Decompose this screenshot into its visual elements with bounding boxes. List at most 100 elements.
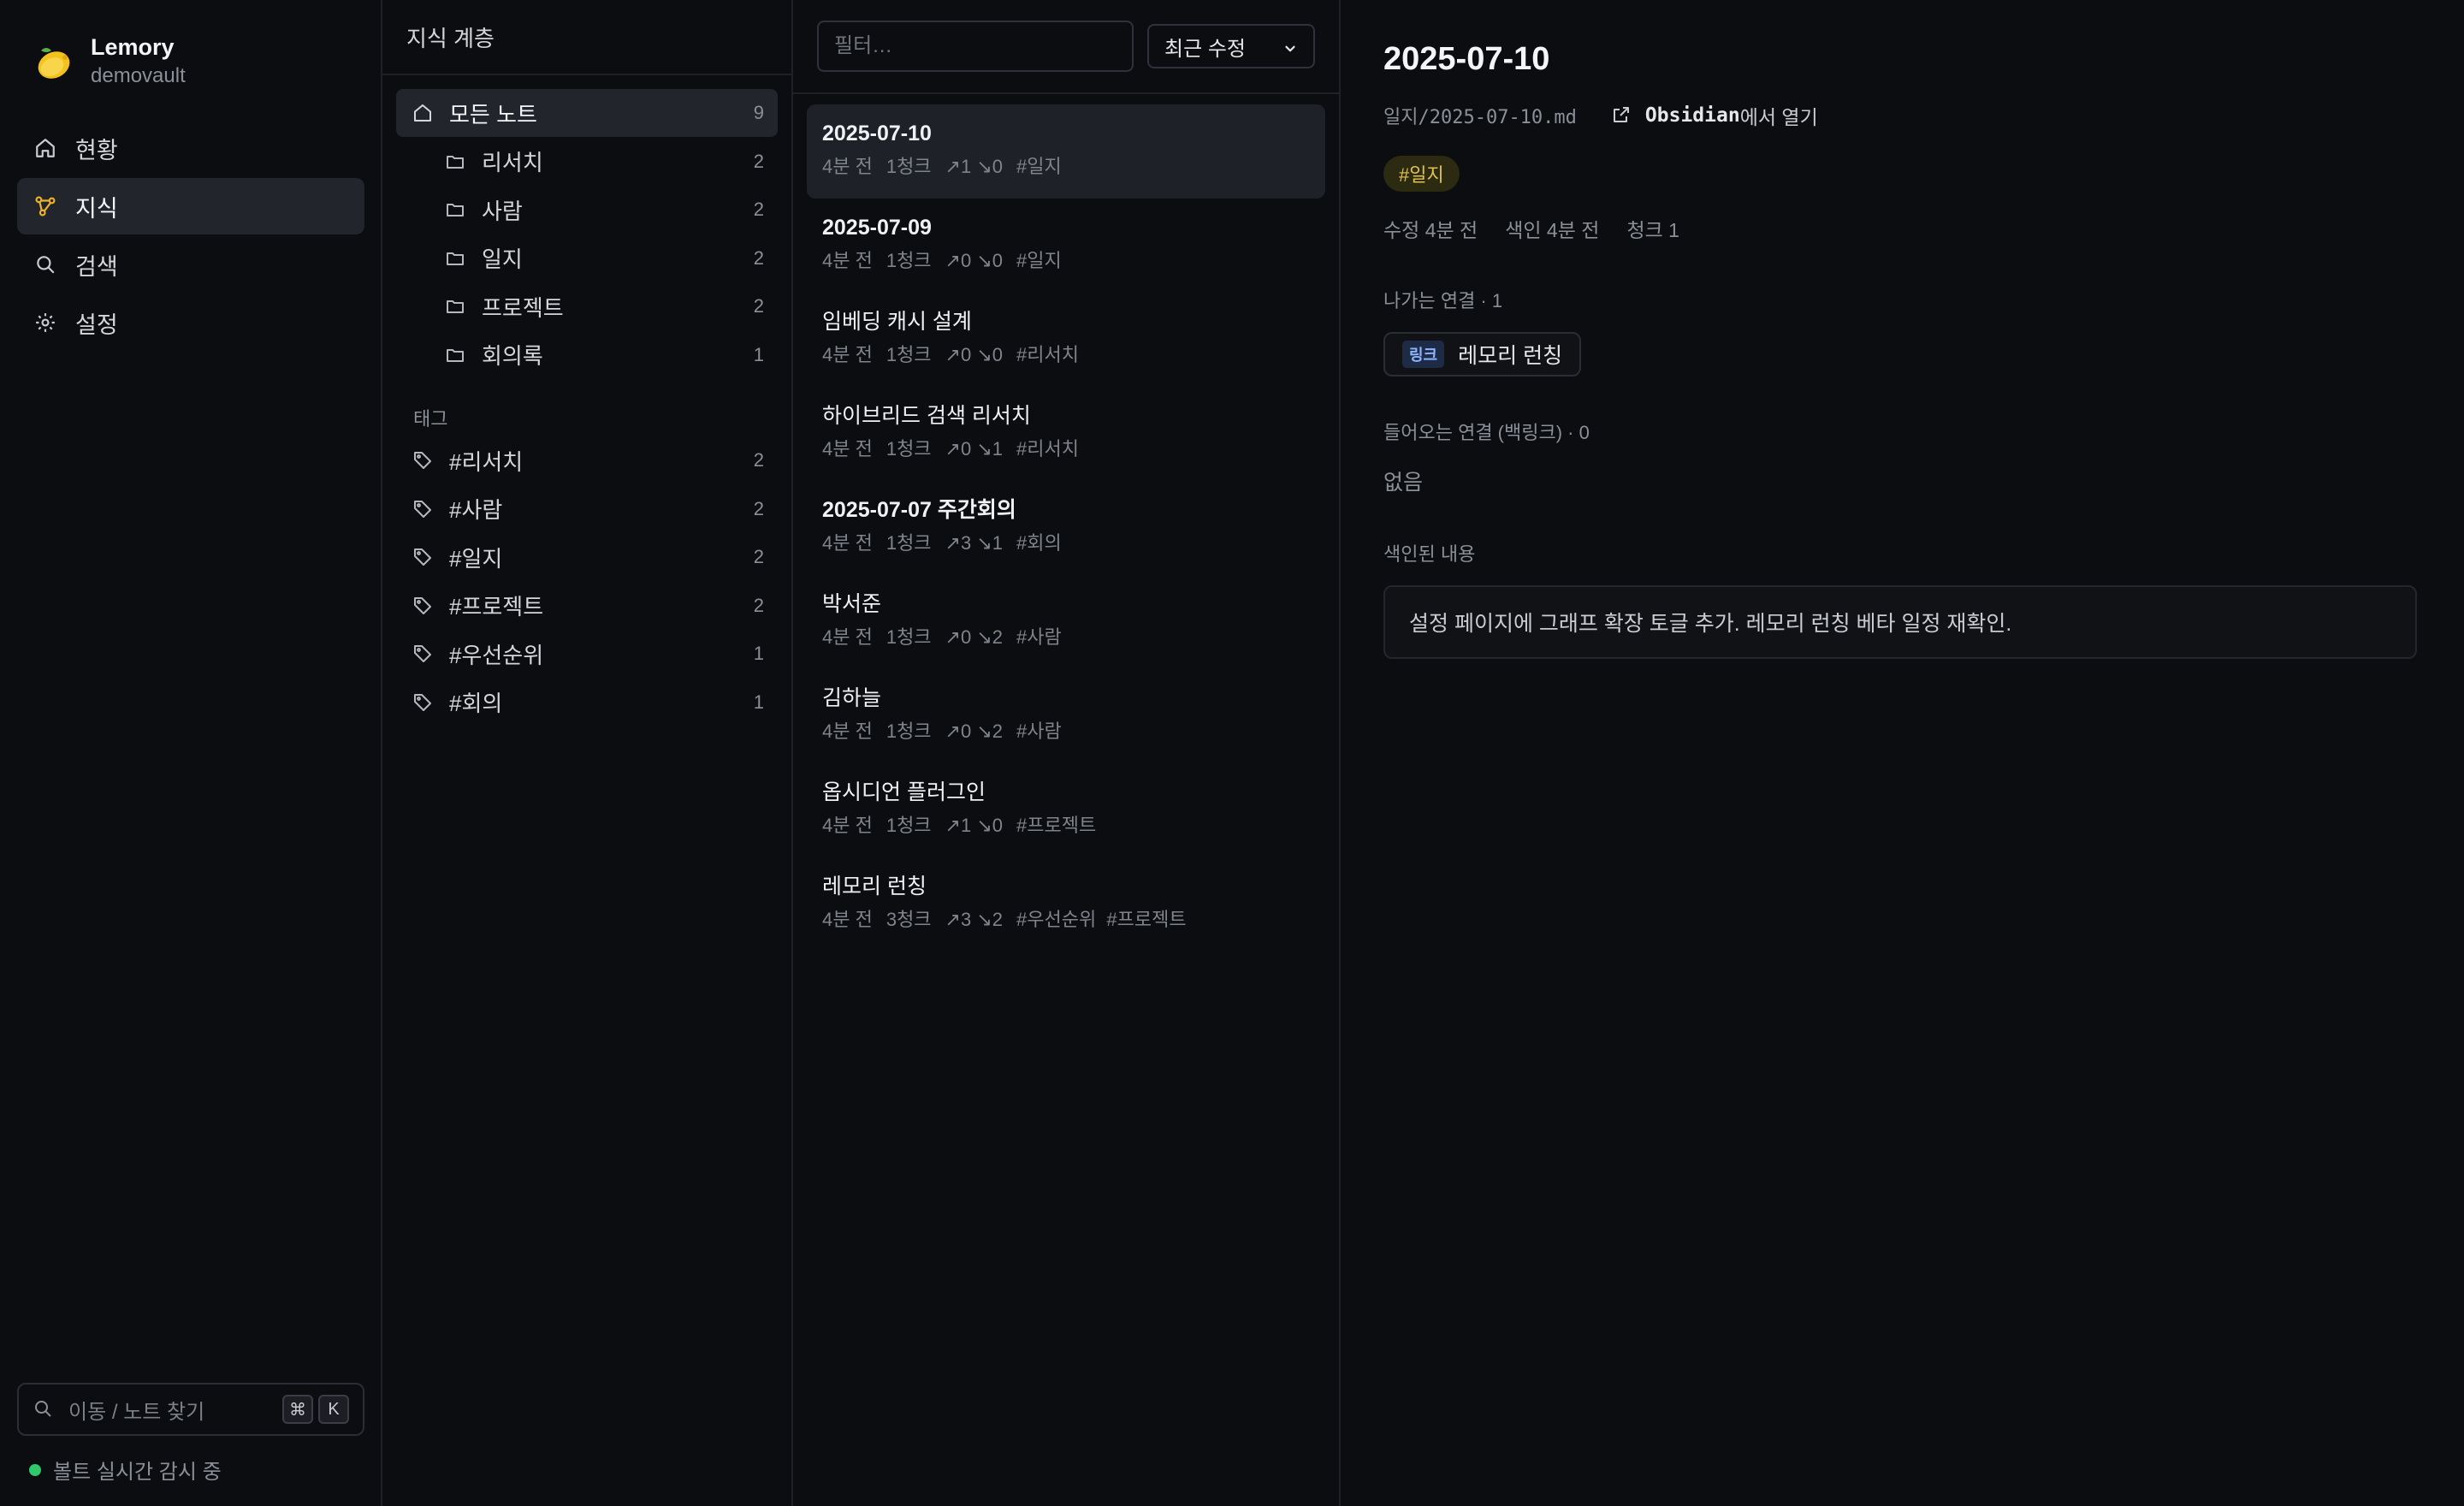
note-meta-outgoing: ↗1 [945, 815, 972, 836]
tag-item[interactable]: #일지 2 [396, 533, 778, 581]
note-list-item-meta: 4분 전 1청크 ↗0 ↘2 #사람 [822, 625, 1310, 650]
sort-select[interactable]: 최근 수정 [1147, 24, 1315, 68]
note-meta-time: 4분 전 [822, 909, 873, 930]
note-list-item[interactable]: 2025-07-07 주간회의 4분 전 1청크 ↗3 ↘1 #회의 [807, 481, 1325, 575]
outgoing-link-label: 레모리 런칭 [1458, 344, 1563, 368]
open-link-app: Obsidian [1644, 104, 1740, 127]
folder-icon [444, 151, 466, 173]
outgoing-link-item[interactable]: 링크 레모리 런칭 [1383, 332, 1582, 376]
brand: Lemory demovault [31, 33, 186, 91]
note-list-item-meta: 4분 전 1청크 ↗0 ↘0 #리서치 [822, 342, 1310, 368]
folder-icon [444, 295, 466, 317]
note-list-item[interactable]: 2025-07-10 4분 전 1청크 ↗1 ↘0 #일지 [807, 104, 1325, 199]
search-icon [33, 1398, 55, 1420]
note-meta-incoming: ↘2 [976, 720, 1004, 742]
nav-item-search[interactable]: 검색 [17, 236, 364, 293]
tree-folder-people[interactable]: 사람 2 [396, 186, 778, 234]
note-meta-links: ↗0 ↘1 [945, 436, 1003, 462]
note-meta-time: 4분 전 [822, 720, 873, 742]
chevron-down-icon [1282, 39, 1298, 54]
tag-item-label: #회의 [449, 691, 503, 716]
quick-search-placeholder: 이동 / 노트 찾기 [68, 1400, 205, 1424]
tree-folder-research[interactable]: 리서치 2 [396, 138, 778, 186]
note-list-item-title: 2025-07-09 [822, 216, 932, 240]
note-list-item[interactable]: 김하늘 4분 전 1청크 ↗0 ↘2 #사람 [807, 669, 1325, 763]
incoming-empty-text: 없음 [1383, 471, 1424, 495]
note-list-panel: 최근 수정 2025-07-104분 전1청크↗1 ↘0#일지2025-07-0… [793, 0, 1341, 1506]
tree-folder-journal[interactable]: 일지 2 [396, 234, 778, 282]
note-meta-chunks: 1청크 [886, 250, 932, 271]
tag-item-count: 2 [753, 449, 764, 471]
tree-item-label: 일지 [482, 246, 523, 272]
note-list-item[interactable]: 임베딩 캐시 설계 4분 전 1청크 ↗0 ↘0 #리서치 [807, 293, 1325, 387]
lemon-logo-icon [31, 40, 74, 83]
tag-icon [412, 691, 434, 714]
tag-icon [412, 449, 434, 471]
open-in-obsidian-link[interactable]: Obsidian 에서 열기 [1611, 101, 1818, 130]
tag-item-label: #리서치 [449, 448, 524, 475]
tag-item-label: #우선순위 [449, 642, 544, 668]
tree-item-count: 2 [753, 150, 764, 172]
note-list-item[interactable]: 레모리 런칭 4분 전 3청크 ↗3 ↘2 #우선순위 #프로젝트 [807, 857, 1325, 952]
note-meta-outgoing: ↗0 [945, 720, 972, 742]
note-meta-chunks: 1청크 [886, 626, 932, 648]
tree-folder-meetings[interactable]: 회의록 1 [396, 331, 778, 379]
tree-header: 지식 계층 [382, 0, 791, 75]
nav-item-settings[interactable]: 설정 [17, 294, 364, 351]
note-meta-chunks: 1청크 [886, 156, 932, 177]
note-meta-incoming: ↘1 [976, 438, 1004, 460]
note-list-item-title: 옵시디언 플러그인 [822, 780, 986, 804]
note-meta-links: ↗0 ↘2 [945, 719, 1003, 744]
tag-item[interactable]: #프로젝트 2 [396, 582, 778, 630]
command-key: ⌘ [282, 1395, 313, 1424]
note-list-toolbar: 최근 수정 [793, 0, 1339, 94]
tree-item-label: 프로젝트 [482, 294, 564, 321]
note-meta-chunks: 1청크 [886, 720, 932, 742]
tree-item-count: 9 [753, 102, 764, 123]
home-icon [33, 135, 58, 161]
tag-item[interactable]: #회의 1 [396, 679, 778, 726]
tag-item-count: 2 [753, 594, 764, 616]
filter-input[interactable] [817, 21, 1134, 72]
indexed-content-label: 색인된 내용 [1383, 543, 1476, 565]
tag-item-count: 1 [753, 643, 764, 664]
note-meta-chunks: 1청크 [886, 438, 932, 460]
note-list: 2025-07-10 4분 전 1청크 ↗1 ↘0 #일지 2025-07-09 4분 전 1… [807, 104, 1325, 952]
tag-item-count: 2 [753, 497, 764, 519]
note-meta-chunks: 1청크 [886, 532, 932, 554]
note-tag-chip[interactable]: #일지 [1383, 156, 1460, 192]
status-dot-icon [29, 1463, 41, 1476]
outgoing-links-label: 나가는 연결 · 1 [1383, 290, 1503, 311]
quick-search-input[interactable]: 이동 / 노트 찾기 ⌘ K [17, 1383, 364, 1436]
note-list-item-meta: 4분 전 1청크 ↗1 ↘0 #일지 [822, 154, 1310, 180]
nav-item-label: 지식 [75, 195, 118, 222]
tag-item[interactable]: #우선순위 1 [396, 630, 778, 678]
tree-item-all-notes[interactable]: 모든 노트 9 [396, 89, 778, 137]
tag-item-label: #일지 [449, 545, 503, 572]
note-list-item-meta: 4분 전 1청크 ↗0 ↘1 #리서치 [822, 436, 1310, 462]
tag-item[interactable]: #사람 2 [396, 485, 778, 533]
tag-item[interactable]: #리서치 2 [396, 436, 778, 484]
app-name: Lemory [91, 34, 175, 60]
gear-icon [33, 310, 58, 335]
main-nav: 현황 지식 검색 설정 [17, 120, 364, 353]
nav-item-label: 설정 [75, 311, 118, 338]
note-meta-incoming: ↘0 [976, 344, 1004, 365]
tree-item-label: 리서치 [482, 150, 543, 175]
vault-name: demovault [91, 64, 186, 87]
note-meta-tags: #일지 [1016, 250, 1062, 271]
note-list-item-meta: 4분 전 1청크 ↗0 ↘0 #일지 [822, 248, 1310, 274]
note-list-item-title: 레모리 런칭 [822, 875, 927, 898]
note-list-item[interactable]: 박서준 4분 전 1청크 ↗0 ↘2 #사람 [807, 575, 1325, 669]
tag-item-count: 1 [753, 691, 764, 713]
nav-item-overview[interactable]: 현황 [17, 120, 364, 176]
tag-icon [412, 643, 434, 665]
note-list-item-title: 박서준 [822, 592, 882, 616]
note-list-item[interactable]: 2025-07-09 4분 전 1청크 ↗0 ↘0 #일지 [807, 199, 1325, 293]
nav-item-knowledge[interactable]: 지식 [17, 178, 364, 234]
note-file-path: 일지/2025-07-10.md [1383, 107, 1577, 128]
note-list-item[interactable]: 옵시디언 플러그인 4분 전 1청크 ↗1 ↘0 #프로젝트 [807, 763, 1325, 857]
sort-select-value: 최근 수정 [1164, 37, 1246, 61]
tree-folder-project[interactable]: 프로젝트 2 [396, 282, 778, 330]
note-list-item[interactable]: 하이브리드 검색 리서치 4분 전 1청크 ↗0 ↘1 #리서치 [807, 387, 1325, 481]
